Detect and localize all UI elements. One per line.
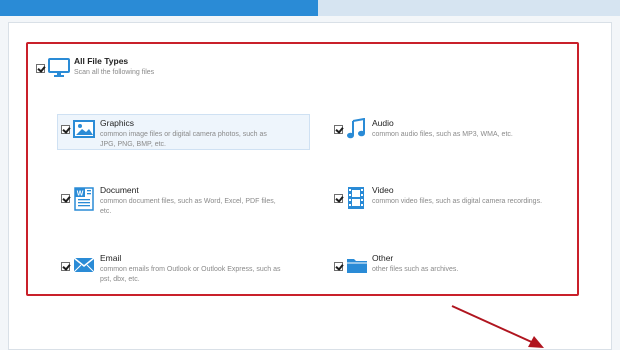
video-checkbox[interactable] xyxy=(334,194,343,203)
other-desc-line-1: other files such as archives. xyxy=(372,266,459,273)
image-icon xyxy=(73,120,95,138)
app-window: All File Types Scan all the following fi… xyxy=(0,0,620,350)
video-desc-line-1: common video files, such as digital came… xyxy=(372,198,543,205)
email-checkbox[interactable] xyxy=(61,262,70,271)
all-file-types-title: All File Types xyxy=(74,56,129,66)
tab-select-file-types[interactable] xyxy=(0,0,334,16)
music-note-icon xyxy=(347,118,365,139)
graphics-desc-line-2: JPG, PNG, BMP, etc. xyxy=(100,141,167,148)
tab-next-step[interactable] xyxy=(318,0,620,16)
all-file-types-subtitle: Scan all the following files xyxy=(74,69,155,76)
document-desc-line-2: etc. xyxy=(100,208,112,215)
svg-text:W: W xyxy=(77,191,84,198)
document-desc-line-1: common document files, such as Word, Exc… xyxy=(100,198,276,205)
video-title: Video xyxy=(372,185,394,195)
envelope-icon xyxy=(73,257,95,273)
email-title: Email xyxy=(100,253,122,263)
graphics-checkbox[interactable] xyxy=(61,125,70,134)
word-document-icon: W xyxy=(74,187,94,211)
all-file-types-checkbox[interactable] xyxy=(36,64,45,73)
audio-checkbox[interactable] xyxy=(334,125,343,134)
document-checkbox[interactable] xyxy=(61,194,70,203)
monitor-icon xyxy=(48,58,70,77)
film-strip-icon xyxy=(348,187,364,209)
other-checkbox[interactable] xyxy=(334,262,343,271)
graphics-title: Graphics xyxy=(100,118,135,128)
audio-desc-line-1: common audio files, such as MP3, WMA, et… xyxy=(372,131,513,138)
other-title: Other xyxy=(372,253,394,263)
annotation-arrow-icon xyxy=(451,305,544,348)
document-title: Document xyxy=(100,185,139,195)
email-desc-line-2: pst, dbx, etc. xyxy=(100,276,140,283)
tab-strip xyxy=(0,0,620,16)
folder-icon xyxy=(347,259,367,273)
audio-title: Audio xyxy=(372,118,394,128)
